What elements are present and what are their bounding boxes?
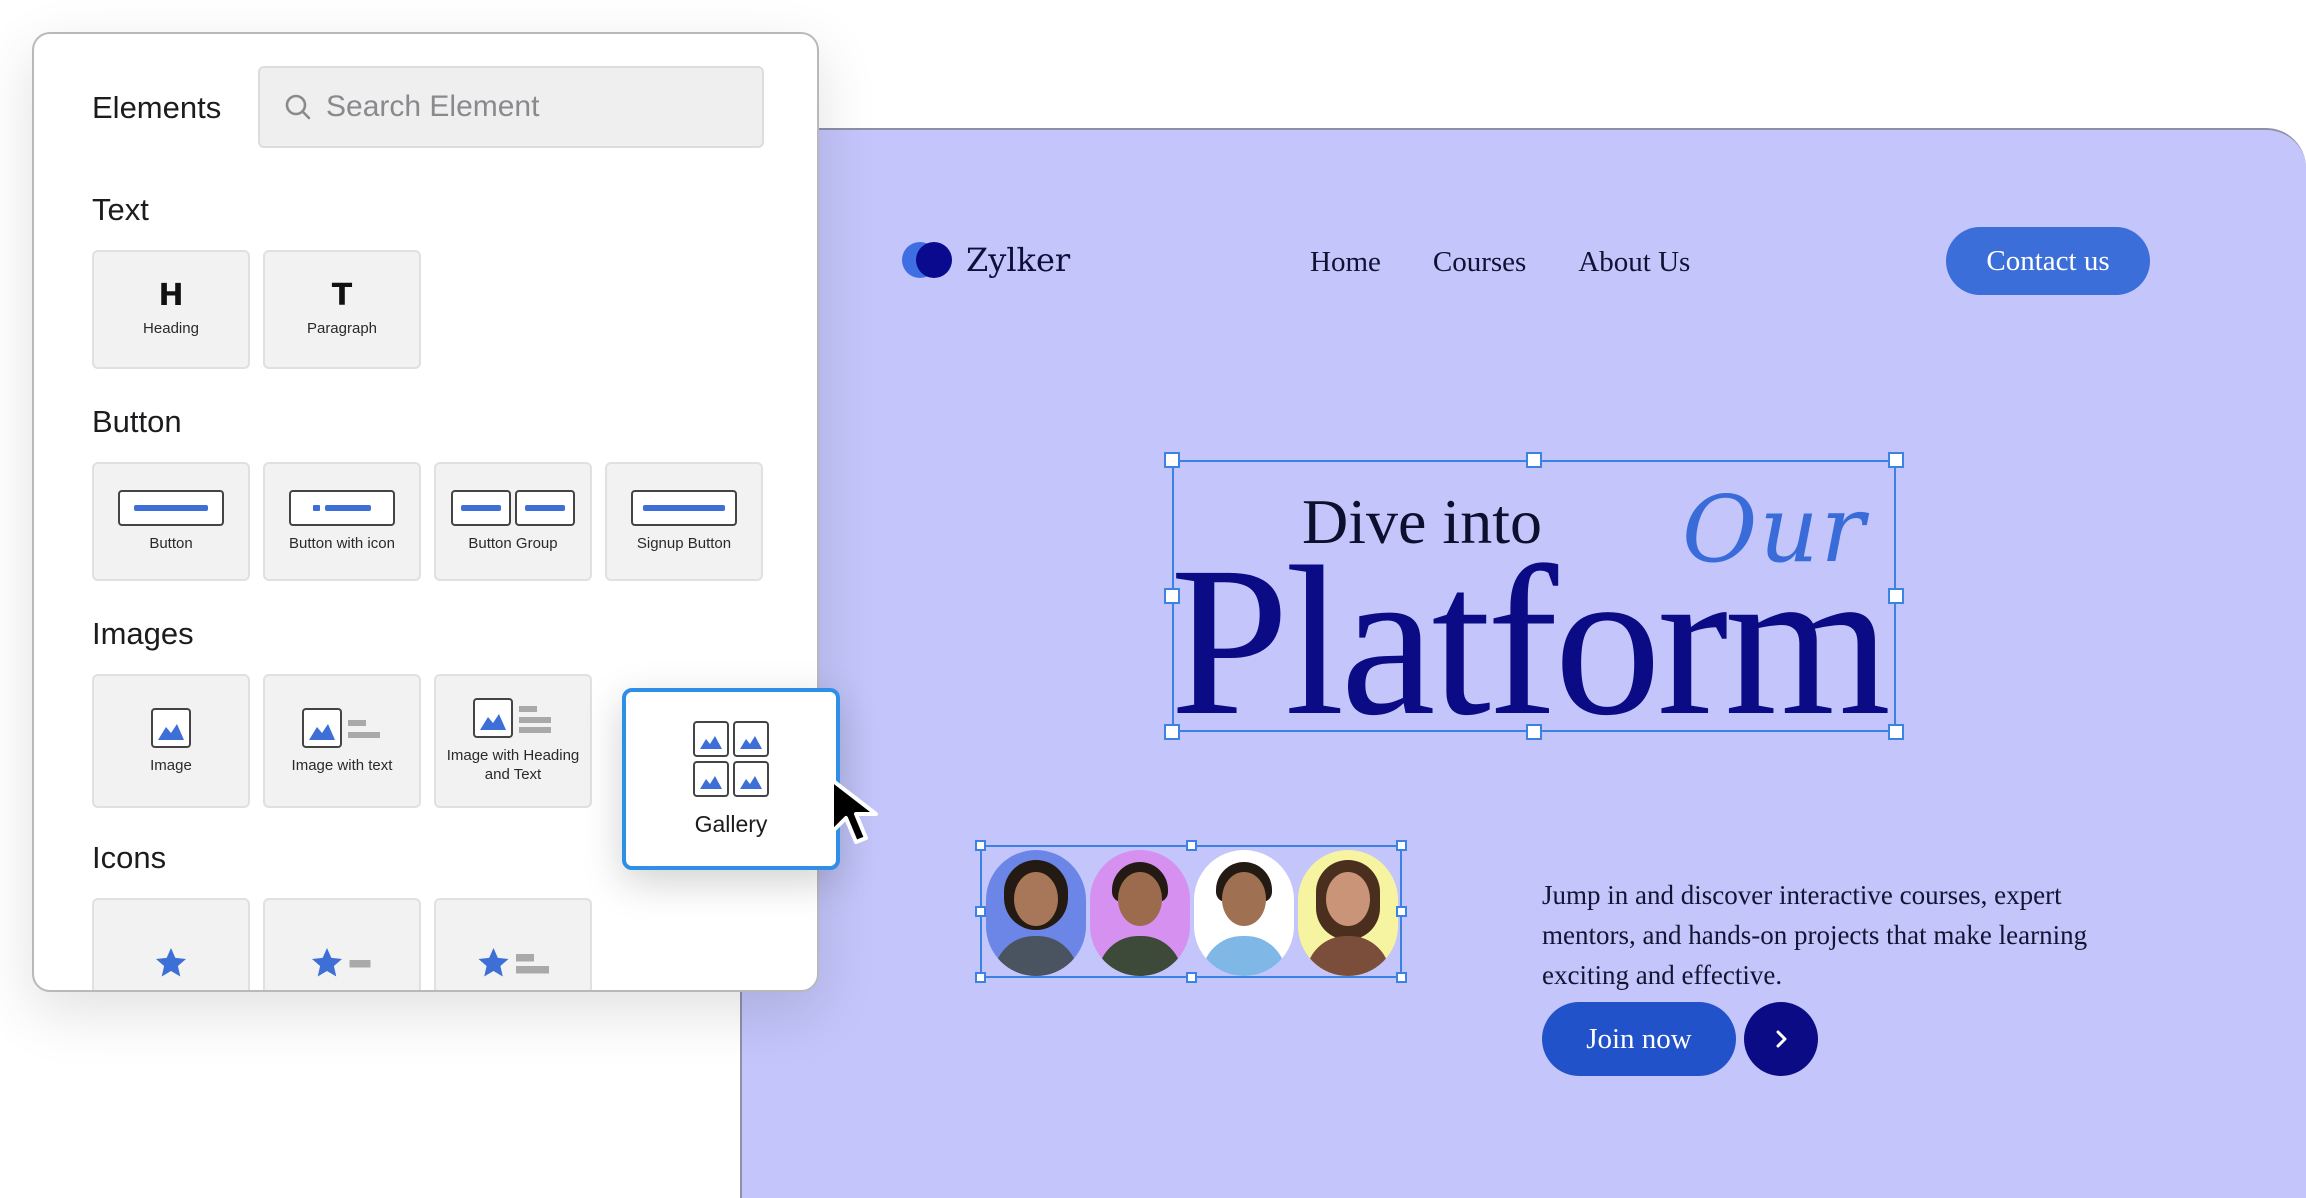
resize-handle-tl[interactable] (1164, 452, 1180, 468)
resize-handle-br[interactable] (1396, 972, 1407, 983)
element-paragraph[interactable]: T Paragraph (263, 250, 421, 369)
section-label-icons: Icons (92, 840, 167, 875)
paragraph-glyph-icon: T (331, 278, 353, 313)
element-button[interactable]: Button (92, 462, 250, 581)
button-group-icon (451, 490, 575, 526)
join-now-button[interactable]: Join now (1542, 1002, 1736, 1076)
site-logo[interactable]: Zylker (902, 241, 1070, 279)
section-label-button: Button (92, 404, 182, 439)
section-label-text: Text (92, 192, 149, 227)
dragged-gallery-element[interactable]: Gallery (622, 688, 840, 870)
heading-glyph-icon: H (158, 278, 184, 313)
search-icon (285, 94, 311, 120)
avatars-selection-box[interactable] (980, 845, 1402, 978)
resize-handle-tr[interactable] (1396, 840, 1407, 851)
image-with-text-icon (302, 707, 380, 748)
image-icon (151, 707, 191, 748)
element-label: Image with text (291, 756, 393, 774)
resize-handle-bl[interactable] (1164, 724, 1180, 740)
resize-handle-bm[interactable] (1526, 724, 1542, 740)
search-input[interactable] (324, 89, 748, 125)
website-canvas[interactable]: Zylker Home Courses About Us Contact us … (740, 128, 2306, 1198)
star-with-text-icon (312, 948, 371, 977)
search-box[interactable] (258, 66, 764, 148)
element-icon-with-heading-and-text[interactable] (434, 898, 592, 990)
gallery-icon (693, 720, 769, 797)
element-icon[interactable] (92, 898, 250, 990)
resize-handle-tm[interactable] (1526, 452, 1542, 468)
next-arrow-button[interactable] (1744, 1002, 1818, 1076)
nav-home[interactable]: Home (1310, 246, 1381, 279)
element-icon-with-text[interactable] (263, 898, 421, 990)
resize-handle-tr[interactable] (1888, 452, 1904, 468)
element-label: Image with Heading and Text (446, 747, 580, 783)
logo-mark-icon (902, 242, 954, 278)
mouse-pointer-icon (830, 778, 878, 844)
element-label: Signup Button (636, 535, 732, 552)
element-heading[interactable]: H Heading (92, 250, 250, 369)
nav-about-us[interactable]: About Us (1578, 246, 1690, 279)
element-label: Button Group (468, 535, 558, 552)
section-label-images: Images (92, 616, 194, 651)
image-with-heading-and-text-icon (473, 698, 551, 738)
resize-handle-br[interactable] (1888, 724, 1904, 740)
resize-handle-mr[interactable] (1396, 906, 1407, 917)
contact-us-button[interactable]: Contact us (1946, 227, 2150, 295)
site-nav: Home Courses About Us (1310, 246, 1690, 279)
resize-handle-tl[interactable] (975, 840, 986, 851)
element-image-with-heading-and-text[interactable]: Image with Heading and Text (434, 674, 592, 808)
element-label: Gallery (694, 810, 768, 837)
element-label: Button with icon (289, 535, 395, 552)
signup-button-icon (631, 490, 737, 526)
button-icon (118, 490, 224, 526)
element-image-with-text[interactable]: Image with text (263, 674, 421, 808)
element-button-with-icon[interactable]: Button with icon (263, 462, 421, 581)
element-label: Button (149, 535, 193, 552)
resize-handle-bm[interactable] (1186, 972, 1197, 983)
chevron-right-icon (1776, 1030, 1787, 1048)
resize-handle-bl[interactable] (975, 972, 986, 983)
button-with-icon-icon (289, 490, 395, 526)
resize-handle-mr[interactable] (1888, 588, 1904, 604)
resize-handle-ml[interactable] (975, 906, 986, 917)
star-icon (156, 948, 186, 977)
resize-handle-tm[interactable] (1186, 840, 1197, 851)
panel-title: Elements (92, 90, 222, 125)
hero-description: Jump in and discover interactive courses… (1542, 880, 2088, 990)
element-signup-button[interactable]: Signup Button (605, 462, 763, 581)
logo-text: Zylker (966, 241, 1071, 279)
element-label: Image (150, 756, 192, 774)
headline-selection-box[interactable] (1172, 460, 1896, 732)
nav-courses[interactable]: Courses (1433, 246, 1526, 279)
element-label: Heading (143, 320, 199, 337)
element-label: Paragraph (306, 320, 378, 337)
element-image[interactable]: Image (92, 674, 250, 808)
star-with-heading-and-text-icon (478, 948, 549, 977)
resize-handle-ml[interactable] (1164, 588, 1180, 604)
element-button-group[interactable]: Button Group (434, 462, 592, 581)
